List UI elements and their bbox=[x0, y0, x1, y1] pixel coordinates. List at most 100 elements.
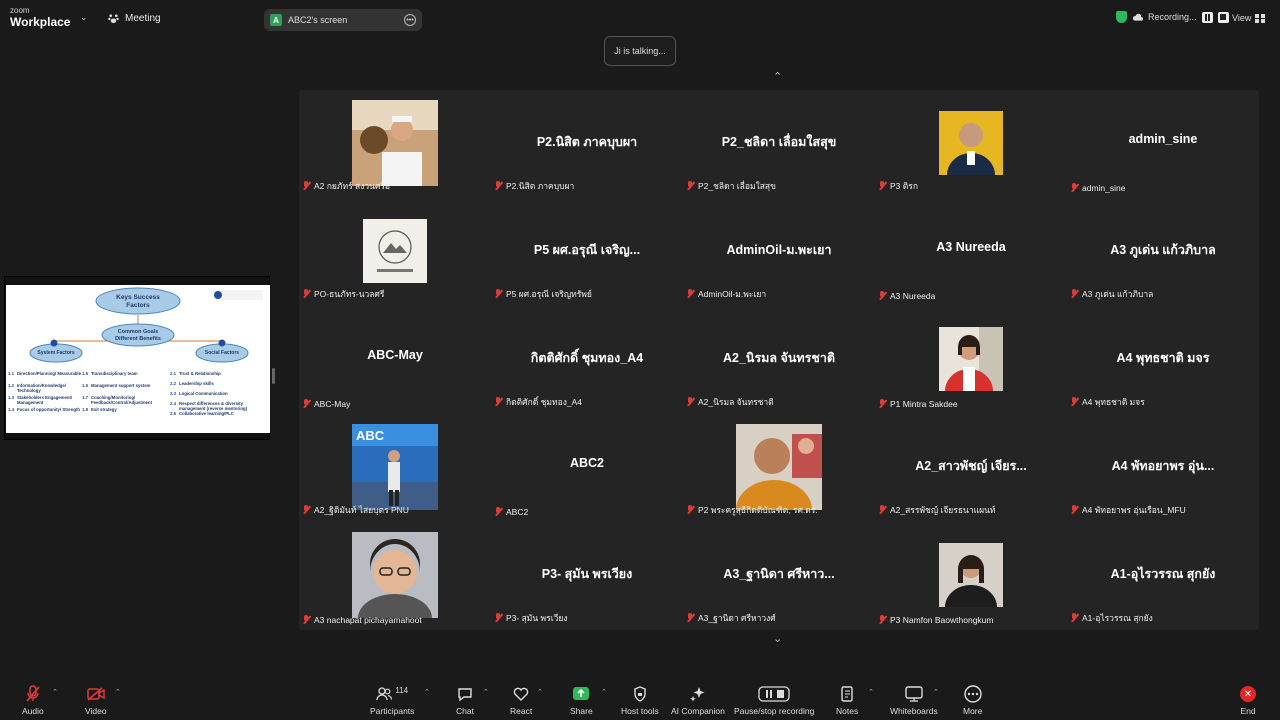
participant-tile[interactable]: P3 Namfon Baowthongkum bbox=[875, 522, 1067, 630]
participant-name-tag: P3- สุมัน พรเวียง bbox=[494, 611, 568, 625]
more-button[interactable]: More bbox=[963, 684, 982, 716]
shared-slide: Keys Success Factors Common Goals Differ… bbox=[6, 285, 270, 433]
close-icon: ✕ bbox=[1240, 686, 1256, 702]
share-button[interactable]: Share bbox=[570, 684, 593, 716]
resize-handle[interactable] bbox=[272, 368, 275, 384]
participant-name-tag: P2 พระครูสุธีกิตติบัณฑิต, รศ.ดร. bbox=[686, 503, 818, 517]
meeting-menu[interactable]: Meeting bbox=[108, 13, 161, 24]
shield-lock-icon bbox=[634, 686, 646, 702]
sparkle-icon bbox=[690, 687, 705, 702]
participant-name-tag: P1 Mintra Sakdee bbox=[878, 399, 958, 409]
participant-tile[interactable]: ABC-May ABC-May bbox=[299, 306, 491, 414]
participant-tile[interactable]: P3 ติรก bbox=[875, 90, 1067, 198]
participants-label: Participants bbox=[370, 706, 415, 716]
chat-button[interactable]: Chat bbox=[456, 684, 474, 716]
pause-stop-recording-button[interactable]: Pause/stop recording bbox=[734, 684, 814, 716]
stop-recording-button[interactable] bbox=[1217, 11, 1229, 23]
audio-options-chevron-icon[interactable]: ⌃ bbox=[52, 688, 58, 696]
ai-companion-button[interactable]: AI Companion bbox=[671, 684, 725, 716]
participant-tile[interactable]: P5 ผศ.อรุณี เจริญ... P5 ผศ.อรุณี เจริญทรั… bbox=[491, 198, 683, 306]
share-label: Share bbox=[570, 706, 593, 716]
participant-tile[interactable]: P2 พระครูสุธีกิตติบัณฑิต, รศ.ดร. bbox=[683, 414, 875, 522]
participant-name-label: A2_สรรพัชญ์ เจียรธนาแผนท์ bbox=[890, 505, 996, 515]
notes-button[interactable]: Notes bbox=[836, 684, 858, 716]
view-label: View bbox=[1232, 13, 1252, 23]
participant-tile[interactable]: A2_สาวพัชญ์ เจียร... A2_สรรพัชญ์ เจียรธนา… bbox=[875, 414, 1067, 522]
participant-tile[interactable]: PO-ธนภัทร-นวลศรี bbox=[299, 198, 491, 306]
view-menu[interactable]: View bbox=[1232, 13, 1266, 23]
participant-video bbox=[352, 100, 438, 186]
more-options-icon[interactable]: ••• bbox=[404, 14, 416, 26]
participant-tile[interactable]: A4 พัทอยาพร อุ่น... A4 พัทอยาพร อุ่นเรือน… bbox=[1067, 414, 1259, 522]
slide-item: 1.1 Direction/Planning/ Measurable bbox=[8, 371, 82, 376]
participant-name-tag: ABC-May bbox=[302, 399, 350, 409]
grid-icon bbox=[1255, 13, 1266, 23]
audio-button[interactable]: Audio bbox=[22, 684, 44, 716]
participant-name-label: AdminOil-ม.พะเยา bbox=[698, 289, 767, 299]
shared-screen-pill[interactable]: A ABC2's screen ••• bbox=[264, 9, 422, 31]
slide-item-text: Leadership skills bbox=[178, 381, 214, 386]
participant-name-tag: admin_sine bbox=[1070, 183, 1125, 193]
video-options-chevron-icon[interactable]: ⌃ bbox=[115, 688, 121, 696]
host-tools-button[interactable]: Host tools bbox=[621, 684, 659, 716]
participant-tile[interactable]: A3_ฐานิดา ศรีหาว... A3_ฐานิดา ศรีหาวงศ์ bbox=[683, 522, 875, 630]
whiteboards-button[interactable]: Whiteboards bbox=[890, 684, 938, 716]
participant-display-name: P2_ชลิดา เลื่อมใสสุข bbox=[721, 135, 837, 149]
whiteboards-options-chevron-icon[interactable]: ⌃ bbox=[933, 688, 939, 696]
participant-tile[interactable]: A2 กยภัทร์ สงวนศรีอ bbox=[299, 90, 491, 198]
notes-options-chevron-icon[interactable]: ⌃ bbox=[868, 688, 874, 696]
participant-tile[interactable]: P3- สุมัน พรเวียง P3- สุมัน พรเวียง bbox=[491, 522, 683, 630]
participant-tile[interactable]: A3 ภูเด่น แก้วภิบาล A3 ภูเด่น แก้วภิบาล bbox=[1067, 198, 1259, 306]
chat-options-chevron-icon[interactable]: ⌃ bbox=[483, 688, 489, 696]
scroll-up-icon[interactable]: ⌃ bbox=[773, 70, 782, 83]
participants-options-chevron-icon[interactable]: ⌃ bbox=[424, 688, 430, 696]
participant-tile[interactable]: P2_ชลิดา เลื่อมใสสุข P2_ชลิดา เลื่อมใสสุข bbox=[683, 90, 875, 198]
chevron-down-icon[interactable]: ⌄ bbox=[80, 12, 88, 23]
participant-tile[interactable]: AdminOil-ม.พะเยา AdminOil-ม.พะเยา bbox=[683, 198, 875, 306]
scroll-down-icon[interactable]: ⌄ bbox=[773, 632, 782, 645]
participant-tile[interactable]: ABC A2_ฐิติมันท์ ไสยบุตร PNU bbox=[299, 414, 491, 522]
participant-display-name: A3 ภูเด่น แก้วภิบาล bbox=[1110, 243, 1216, 257]
participant-tile[interactable]: P2.นิสิต ภาคบุบผา P2.นิสิต ภาคบุบผา bbox=[491, 90, 683, 198]
brand-zoom: zoom bbox=[10, 6, 30, 15]
end-meeting-button[interactable]: ✕ End bbox=[1240, 684, 1256, 716]
shared-screen-view[interactable]: Keys Success Factors Common Goals Differ… bbox=[4, 276, 270, 440]
participant-tile[interactable]: กิตติศักดิ์ ชุมทอง_A4 กิตติศักดิ์ ชุมทอง_… bbox=[491, 306, 683, 414]
participant-tile[interactable]: admin_sine admin_sine bbox=[1067, 90, 1259, 198]
participant-tile[interactable]: P1 Mintra Sakdee bbox=[875, 306, 1067, 414]
react-options-chevron-icon[interactable]: ⌃ bbox=[537, 688, 543, 696]
participant-display-name: A4 พัทอยาพร อุ่น... bbox=[1111, 459, 1215, 473]
host-tools-label: Host tools bbox=[621, 706, 659, 716]
participant-video bbox=[352, 532, 438, 618]
mic-muted-icon bbox=[494, 613, 503, 623]
mic-muted-icon bbox=[1070, 183, 1079, 193]
slide-item-text: Coaching/Monitoring/ Feedback/Control/Ad… bbox=[90, 395, 153, 406]
video-button[interactable]: Video bbox=[85, 684, 107, 716]
slide-item-number: 1.5 bbox=[82, 371, 88, 376]
participant-name-label: ABC-May bbox=[314, 399, 351, 409]
participant-display-name: P2.นิสิต ภาคบุบผา bbox=[536, 135, 638, 149]
slide-item-text: Focus of opportunity/ Strength bbox=[16, 407, 80, 412]
participants-button[interactable]: 114 Participants bbox=[370, 684, 415, 717]
slide-item-number: 1.7 bbox=[82, 395, 88, 400]
participant-name-label: ABC2 bbox=[506, 507, 529, 517]
slide-item-number: 2.5 bbox=[170, 411, 176, 416]
participant-tile[interactable]: A3 nachapat pichayamahoot bbox=[299, 522, 491, 630]
participant-display-name: admin_sine bbox=[1128, 132, 1198, 146]
participant-tile[interactable]: A1-อุไรวรรณ สุกยัง A1-อุไรวรรณ สุกยัง bbox=[1067, 522, 1259, 630]
pause-recording-button[interactable] bbox=[1201, 11, 1213, 23]
participant-tile[interactable]: ABC2 ABC2 bbox=[491, 414, 683, 522]
top-bar: zoom Workplace ⌄ Meeting A ABC2's screen… bbox=[0, 0, 1280, 38]
participant-tile[interactable]: A3 Nureeda A3 Nureeda bbox=[875, 198, 1067, 306]
participant-tile[interactable]: A4 พุทธชาติ มจร A4 พุทธชาติ มจร bbox=[1067, 306, 1259, 414]
participant-tile[interactable]: A2_นิรมล จันทรชาติ A2_นิรมล จันทรชาติ bbox=[683, 306, 875, 414]
participant-name-label: PO-ธนภัทร-นวลศรี bbox=[314, 289, 385, 299]
end-label: End bbox=[1240, 706, 1256, 716]
participant-display-name: A4 พุทธชาติ มจร bbox=[1116, 351, 1210, 365]
whiteboards-label: Whiteboards bbox=[890, 706, 938, 716]
slide-item-number: 1.3 bbox=[8, 395, 14, 400]
slide-title: Keys Success Factors bbox=[116, 294, 160, 309]
react-button[interactable]: React bbox=[510, 684, 532, 716]
share-options-chevron-icon[interactable]: ⌃ bbox=[601, 688, 607, 696]
slide-item-number: 1.1 bbox=[8, 371, 14, 376]
